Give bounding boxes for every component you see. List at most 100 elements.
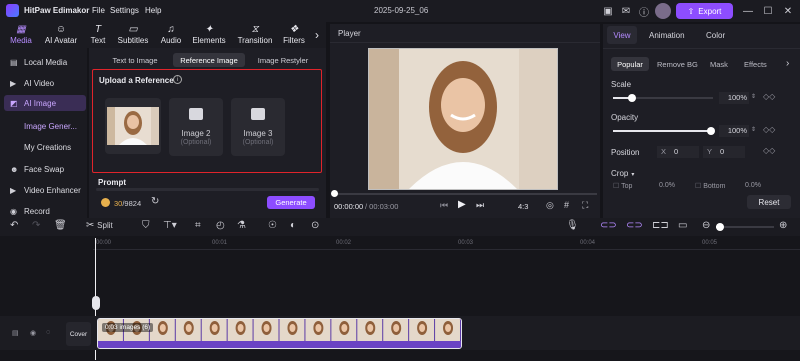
freeze-icon[interactable]: ⚗ (237, 220, 246, 231)
shield-icon[interactable]: ⛉ (142, 220, 150, 231)
next-frame-icon[interactable]: ⏭ (476, 200, 484, 211)
sidebar-item-ai-image[interactable]: ◩ AI Image (4, 95, 86, 111)
undo-icon[interactable]: ↶ (10, 220, 18, 231)
playhead-handle[interactable] (92, 296, 100, 310)
menu-settings[interactable]: Settings (110, 6, 139, 15)
tab-color[interactable]: Color (706, 31, 725, 40)
snapshot-icon[interactable]: ◎ (546, 200, 554, 211)
scale-value[interactable]: 100% (719, 92, 749, 104)
zoom-in-icon[interactable]: ⊕ (779, 220, 787, 231)
keyframe-icon[interactable]: ◇◇ (763, 92, 775, 101)
sidebar-item-video-enhancer[interactable]: ▶ Video Enhancer (4, 182, 86, 198)
zoom-slider-knob[interactable] (716, 223, 724, 231)
ai-tool-icon[interactable]: ☉ (268, 220, 277, 231)
time-ruler[interactable] (93, 236, 800, 250)
sidebar-subitem-my-creations[interactable]: My Creations (4, 139, 86, 155)
tab-reference-image[interactable]: Reference Image (173, 53, 245, 67)
fullscreen-icon[interactable]: ⛶ (582, 200, 588, 211)
layout-icon[interactable]: ▣ (600, 3, 616, 19)
split-button[interactable]: ✂ Split (86, 220, 113, 231)
ripple-icon[interactable]: ⊏⊐ (652, 220, 669, 231)
subtab-popular[interactable]: Popular (611, 57, 649, 71)
image-clip[interactable]: 0:03 images (6) (97, 318, 462, 349)
info-icon[interactable]: ⓘ (636, 3, 652, 19)
stepper-icon[interactable]: ⇕ (751, 93, 756, 100)
generate-button[interactable]: Generate (267, 196, 315, 209)
subtab-effects[interactable]: Effects (744, 60, 767, 69)
scale-slider-knob[interactable] (628, 94, 636, 102)
player-progress-knob[interactable] (331, 190, 338, 197)
track-icon[interactable]: ▭ (678, 220, 687, 231)
tool-elements[interactable]: ✦ Elements (191, 24, 227, 48)
tool-subtitles[interactable]: ▭ Subtitles (114, 24, 152, 48)
position-y-field[interactable]: Y0 (703, 146, 745, 158)
tab-text-to-image[interactable]: Text to Image (102, 53, 168, 67)
cover-button[interactable]: Cover (66, 322, 91, 346)
tool-transition[interactable]: ⧖ Transition (235, 24, 275, 48)
tool-filters[interactable]: ❖ Filters (282, 24, 306, 48)
play-icon[interactable]: ▶ (458, 199, 466, 210)
sidebar-subitem-image-generator[interactable]: Image Gener... (4, 118, 86, 134)
sidebar-item-record[interactable]: ◉ Record (4, 203, 86, 219)
menu-help[interactable]: Help (145, 6, 161, 15)
player-progress-track[interactable] (333, 193, 597, 195)
prev-frame-icon[interactable]: ⏮ (440, 200, 448, 211)
opacity-slider-knob[interactable] (707, 127, 715, 135)
keyframe-icon[interactable]: ◇◇ (763, 146, 775, 155)
sidebar-item-local-media[interactable]: ▤ Local Media (4, 54, 86, 70)
position-x-field[interactable]: X0 (657, 146, 699, 158)
opacity-slider[interactable] (613, 130, 713, 132)
tool-audio[interactable]: ♫ Audio (158, 24, 184, 48)
opacity-value[interactable]: 100% (719, 125, 749, 137)
text-tool-icon[interactable]: ⊤▾ (163, 220, 177, 231)
tool-media[interactable]: ▦ Media (8, 24, 34, 48)
stepper-icon[interactable]: ⇕ (751, 126, 756, 133)
reset-button[interactable]: Reset (747, 195, 791, 209)
menu-file[interactable]: File (92, 6, 105, 15)
maximize-icon[interactable]: ☐ (760, 3, 776, 19)
zoom-out-icon[interactable]: ⊖ (702, 220, 710, 231)
link-icon[interactable]: ⊂⊃ (626, 220, 643, 231)
delete-icon[interactable]: 🗑 (54, 220, 67, 231)
grid-icon[interactable]: # (564, 200, 569, 210)
minimize-icon[interactable]: — (740, 3, 756, 19)
zoom-slider[interactable] (716, 226, 774, 228)
refresh-icon[interactable]: ↻ (151, 196, 159, 207)
microphone-icon[interactable]: 🎙 (566, 220, 579, 231)
keyframe-icon[interactable]: ◇◇ (763, 125, 775, 134)
export-button[interactable]: ⇧ Export (676, 3, 733, 19)
crop-bottom-field[interactable]: ☐ Bottom 0.0% (695, 182, 787, 192)
crop-top-field[interactable]: ☐ Top 0.0% (613, 182, 697, 192)
help-icon[interactable]: i (173, 75, 182, 84)
track-visibility-icon[interactable]: ◉ (30, 329, 36, 337)
subtab-mask[interactable]: Mask (710, 60, 728, 69)
track-mute-icon[interactable]: ◌ (46, 329, 50, 336)
reference-slot-2[interactable]: Image 2 (Optional) (169, 98, 223, 156)
chevron-right-icon[interactable]: › (786, 58, 789, 69)
sidebar-item-ai-video[interactable]: ▶ AI Video (4, 75, 86, 91)
prompt-input[interactable] (96, 188, 319, 191)
tool-text[interactable]: T Text (88, 24, 108, 48)
preview-canvas[interactable] (368, 48, 558, 190)
chevron-right-icon[interactable]: › (311, 24, 323, 48)
sidebar-item-face-swap[interactable]: ☻ Face Swap (4, 161, 86, 177)
tab-image-restyler[interactable]: Image Restyler (250, 53, 316, 67)
magnet-icon[interactable]: ⊂⊃ (600, 220, 617, 231)
feedback-icon[interactable]: ✉ (618, 3, 634, 19)
speed-icon[interactable]: ◴ (216, 220, 225, 231)
tab-view[interactable]: View (607, 26, 637, 44)
reference-slot-3[interactable]: Image 3 (Optional) (231, 98, 285, 156)
crop-icon[interactable]: ⌗ (195, 220, 201, 231)
tool-ai-avatar[interactable]: ☺ AI Avatar (42, 24, 80, 48)
crop-dropdown[interactable]: Crop ▾ (611, 169, 634, 178)
stabilize-icon[interactable]: ⊙ (311, 220, 319, 231)
aspect-ratio-select[interactable]: 4:3 (518, 202, 528, 211)
avatar[interactable] (655, 3, 671, 19)
track-lock-icon[interactable]: ▤ (12, 329, 19, 337)
reference-slot-1[interactable] (105, 98, 161, 154)
close-icon[interactable]: ✕ (780, 3, 796, 19)
subtab-remove-bg[interactable]: Remove BG (657, 60, 698, 69)
tab-animation[interactable]: Animation (649, 31, 685, 40)
mask-icon[interactable]: ◐ (290, 220, 296, 231)
redo-icon[interactable]: ↷ (32, 220, 40, 231)
